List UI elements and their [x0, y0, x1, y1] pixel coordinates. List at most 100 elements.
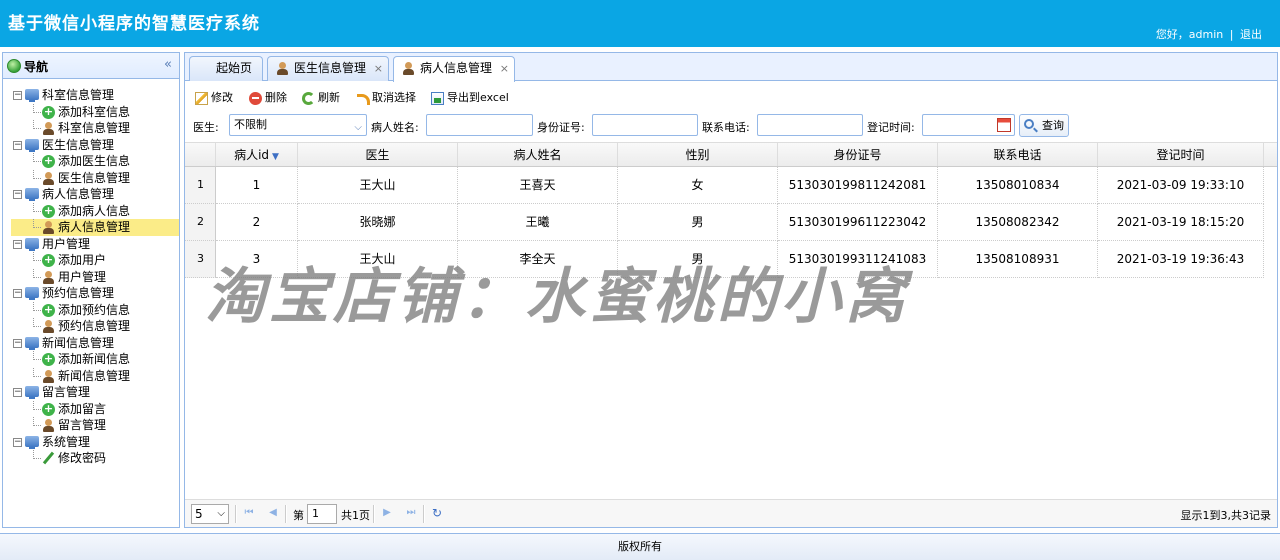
table-row[interactable]: 2 2 张晓娜 王曦男 513030199611223042 13508082342 202…	[185, 204, 1277, 241]
patient-name-label: 病人姓名:	[371, 121, 419, 134]
collapse-toggle-icon[interactable]: −	[13, 437, 22, 447]
add-icon: +	[42, 352, 55, 366]
nav-item-label: 添加预约信息	[58, 302, 131, 317]
column-header-label: 身份证号	[833, 148, 882, 162]
nav-item-label: 用户管理	[58, 269, 107, 284]
column-header[interactable]: 联系电话	[938, 143, 1098, 166]
table-row[interactable]: 3 3 王大山 李全天男 513030199311241083 13508108931 20…	[185, 241, 1277, 278]
doctor-label: 医生:	[193, 121, 219, 134]
excel-icon	[431, 92, 444, 105]
table-cell: 2	[216, 204, 298, 241]
close-icon[interactable]: ×	[374, 57, 383, 80]
nav-item[interactable]: + 添加预约信息	[3, 301, 179, 319]
nav-group-label: 新闻信息管理	[42, 335, 115, 350]
nav-item[interactable]: + 添加留言	[3, 400, 179, 418]
add-icon: +	[42, 104, 55, 119]
pager: 5 ⌵ ⏮ ◀ 第 1 共1页 ▶ ⏭ ↻ 显示1到3,共3记录	[185, 499, 1277, 527]
table-row[interactable]: 1 1 王大山 王喜天女 513030199811242081 13508010834 20…	[185, 167, 1277, 204]
nav-group-label: 预约信息管理	[42, 286, 115, 300]
nav-group[interactable]: − 病人信息管理	[3, 186, 179, 203]
tree-line	[33, 417, 41, 426]
nav-item[interactable]: 用户管理	[3, 268, 179, 286]
tab-patient-info[interactable]: 病人信息管理 ×	[393, 56, 515, 82]
page-number-input[interactable]: 1	[307, 504, 337, 524]
edit-button[interactable]: 修改	[193, 89, 233, 107]
last-page-icon[interactable]: ⏭	[405, 507, 417, 519]
edit-label: 修改	[211, 91, 233, 104]
app-header: 基于微信小程序的智慧医疗系统 您好，admin | 退出	[0, 0, 1280, 47]
collapse-toggle-icon[interactable]: −	[13, 140, 22, 150]
first-page-icon[interactable]: ⏮	[243, 507, 255, 519]
collapse-toggle-icon[interactable]: −	[13, 91, 22, 100]
page-size-select[interactable]: 5 ⌵	[191, 504, 229, 524]
nav-item[interactable]: 医生信息管理	[3, 169, 179, 187]
pencil-icon	[42, 452, 55, 465]
collapse-toggle-icon[interactable]: −	[13, 388, 22, 397]
reload-icon[interactable]: ↻	[431, 507, 443, 519]
collapse-icon[interactable]: «	[164, 57, 172, 72]
prev-page-icon[interactable]: ◀	[267, 507, 279, 519]
nav-group[interactable]: − 预约信息管理	[3, 285, 179, 302]
nav-group[interactable]: − 医生信息管理	[3, 137, 179, 154]
nav-group-label: 病人信息管理	[42, 187, 115, 201]
close-icon[interactable]: ×	[500, 57, 509, 80]
delete-button[interactable]: 删除	[247, 89, 287, 107]
table-cell: 男	[618, 204, 778, 241]
nav-item[interactable]: + 添加医生信息	[3, 153, 179, 170]
nav-item[interactable]: 病人信息管理	[11, 219, 179, 236]
nav-panel: 导航 « − 科室信息管理 + 添加科室信息 科室信息管理 − 医生信息管理 + 添加医生信息医…	[2, 52, 180, 528]
nav-group[interactable]: − 新闻信息管理	[3, 335, 179, 352]
column-header[interactable]: 病人id ▼	[216, 143, 298, 166]
export-excel-button[interactable]: 导出到excel	[429, 89, 509, 107]
phone-input[interactable]	[757, 114, 863, 136]
edit-icon	[195, 92, 208, 105]
nav-item[interactable]: 科室信息管理	[3, 120, 179, 137]
logout-link[interactable]: 退出	[1240, 28, 1262, 41]
user-icon	[402, 62, 415, 75]
column-header[interactable]: 医生	[298, 143, 458, 166]
tab-home[interactable]: 起始页	[189, 56, 263, 81]
table-cell: 13508082342	[938, 204, 1098, 241]
column-header[interactable]: 身份证号	[778, 143, 938, 166]
column-header-label: 病人id	[234, 148, 270, 162]
collapse-toggle-icon[interactable]: −	[13, 338, 22, 348]
cancel-select-button[interactable]: 取消选择	[354, 89, 416, 107]
collapse-toggle-icon[interactable]: −	[13, 239, 22, 249]
nav-item[interactable]: 留言管理	[3, 417, 179, 434]
doctor-select[interactable]: 不限制 ⌵	[229, 114, 367, 136]
nav-item[interactable]: 预约信息管理	[3, 318, 179, 335]
nav-group[interactable]: − 留言管理	[3, 384, 179, 401]
tab-doctor-info[interactable]: 医生信息管理 ×	[267, 56, 389, 81]
nav-group[interactable]: − 科室信息管理	[3, 87, 179, 104]
query-button[interactable]: 查询	[1019, 114, 1069, 137]
user-icon	[42, 122, 55, 135]
collapse-toggle-icon[interactable]: −	[13, 289, 22, 298]
tree-line	[33, 301, 41, 311]
nav-header: 导航 «	[3, 53, 179, 79]
nav-item[interactable]: + 添加新闻信息	[3, 351, 179, 368]
next-page-icon[interactable]: ▶	[381, 507, 393, 519]
nav-item[interactable]: 修改密码	[3, 450, 179, 467]
regtime-input[interactable]	[922, 114, 1015, 136]
patient-name-input[interactable]	[426, 114, 533, 136]
calendar-icon[interactable]	[997, 118, 1011, 132]
nav-item-label: 添加科室信息	[58, 104, 131, 119]
nav-group[interactable]: − 用户管理	[3, 236, 179, 253]
nav-item[interactable]: + 添加病人信息	[3, 202, 179, 220]
idcard-input[interactable]	[592, 114, 698, 136]
footer: 版权所有	[0, 533, 1280, 560]
nav-tree: − 科室信息管理 + 添加科室信息 科室信息管理 − 医生信息管理 + 添加医生信息 医生信息管理…	[3, 79, 179, 467]
column-header[interactable]: 病人姓名	[458, 143, 618, 166]
tree-line	[33, 153, 41, 162]
nav-group[interactable]: − 系统管理	[3, 434, 179, 451]
column-header[interactable]: 登记时间	[1098, 143, 1264, 166]
tree-line	[33, 252, 41, 261]
nav-item[interactable]: 新闻信息管理	[3, 367, 179, 385]
table-cell: 2021-03-19 19:36:43	[1098, 241, 1264, 278]
column-header[interactable]: 性别	[618, 143, 778, 166]
tree-line	[33, 351, 41, 360]
refresh-button[interactable]: 刷新	[300, 89, 340, 107]
collapse-toggle-icon[interactable]: −	[13, 190, 22, 199]
nav-item[interactable]: + 添加科室信息	[3, 103, 179, 121]
nav-item[interactable]: + 添加用户	[3, 252, 179, 269]
